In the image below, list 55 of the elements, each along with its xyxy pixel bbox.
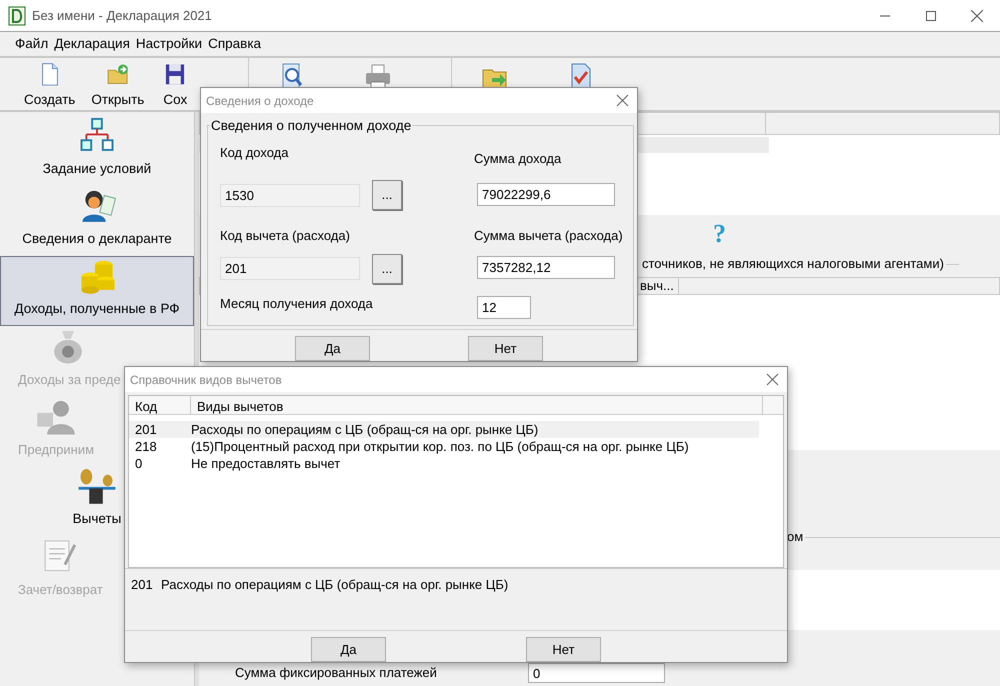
field-label: Сумма вычета (расхода) (474, 227, 624, 245)
toolbar-button[interactable]: Создать (16, 58, 84, 110)
input-field[interactable]: 201 (220, 257, 360, 280)
app-logo-icon (8, 6, 26, 26)
toolbar-button[interactable]: Открыть (83, 58, 152, 110)
field-label: Код дохода (220, 144, 290, 162)
toolbar-button[interactable]: Сох (152, 58, 198, 110)
code-text: 0 (134, 454, 144, 473)
sidebar-item[interactable]: Доходы, полученные в РФ (0, 256, 194, 326)
close-icon (616, 94, 629, 107)
close-icon (766, 373, 779, 386)
dialog-button[interactable]: Да (295, 336, 370, 361)
list-row[interactable]: 201 Расходы по операциям с ЦБ (обращ-ся на орг. рынке ЦБ) (129, 421, 759, 438)
column-header[interactable]: Код (129, 396, 191, 414)
dialog-title: Справочник видов вычетов (130, 372, 282, 388)
field-label: Сумма дохода (474, 150, 562, 168)
browse-button[interactable]: ... (372, 254, 402, 284)
code-text: 201 (131, 576, 154, 594)
name-text: Расходы по операциям с ЦБ (обращ-ся на орг. рынке ЦБ) (191, 420, 538, 439)
field-label: Сумма фиксированных платежей (235, 664, 438, 682)
field-label: Месяц получения дохода (220, 294, 374, 313)
scales-icon (76, 467, 118, 506)
dialog-title: Сведения о доходе (206, 92, 314, 110)
dialog-button[interactable]: Нет (526, 637, 601, 662)
input-field[interactable]: 79022299,6 (477, 183, 615, 206)
input-field[interactable]: 7357282,12 (477, 256, 615, 278)
input-field[interactable]: 12 (477, 296, 531, 318)
name-text: Не предоставлять вычет (191, 454, 340, 473)
dialog-button[interactable]: Нет (468, 336, 543, 361)
close-icon (971, 10, 983, 22)
minimize-icon (880, 14, 890, 16)
window-title: Без имени - Декларация 2021 (32, 6, 212, 25)
group-title: Сведения о полученном доходе (210, 119, 412, 132)
name-text: (15)Процентный расход при открытии кор. поз. по ЦБ (обращ-ся на орг. рынке ЦБ) (191, 438, 689, 456)
code-text: 218 (134, 438, 158, 456)
code-text: 201 (134, 420, 158, 439)
sidebar-item[interactable]: Сведения о декларанте (21, 186, 173, 256)
menu-item[interactable]: Справка (205, 34, 264, 54)
list-row[interactable]: 218 (15)Процентный расход при открытии кор. поз. по ЦБ (обращ-ся на орг. рынке ЦБ) (129, 438, 783, 455)
description-text: Расходы по операциям с ЦБ (обращ-ся на орг. рынке ЦБ) (161, 576, 508, 594)
field-label: Код вычета (расхода) (220, 227, 351, 245)
sidebar-item[interactable]: Вычеты (72, 466, 122, 536)
sidebar-item[interactable]: Задание условий (42, 116, 152, 186)
menu-item[interactable]: Декларация (51, 34, 133, 54)
group-title: ом (787, 528, 804, 546)
list-row[interactable]: 0 Не предоставлять вычет (129, 455, 783, 472)
column-header[interactable]: Виды вычетов (191, 396, 763, 414)
browse-button[interactable]: ... (372, 180, 402, 210)
menu-item[interactable]: Настройки (132, 34, 206, 54)
menu-item[interactable]: Файл (12, 34, 52, 54)
input-field[interactable]: 1530 (220, 184, 360, 206)
input-field[interactable]: 0 (528, 663, 665, 683)
maximize-icon (926, 10, 936, 20)
dialog-button[interactable]: Да (311, 637, 386, 662)
group-title: сточников, не являющихся налоговыми агентами) (642, 255, 944, 274)
